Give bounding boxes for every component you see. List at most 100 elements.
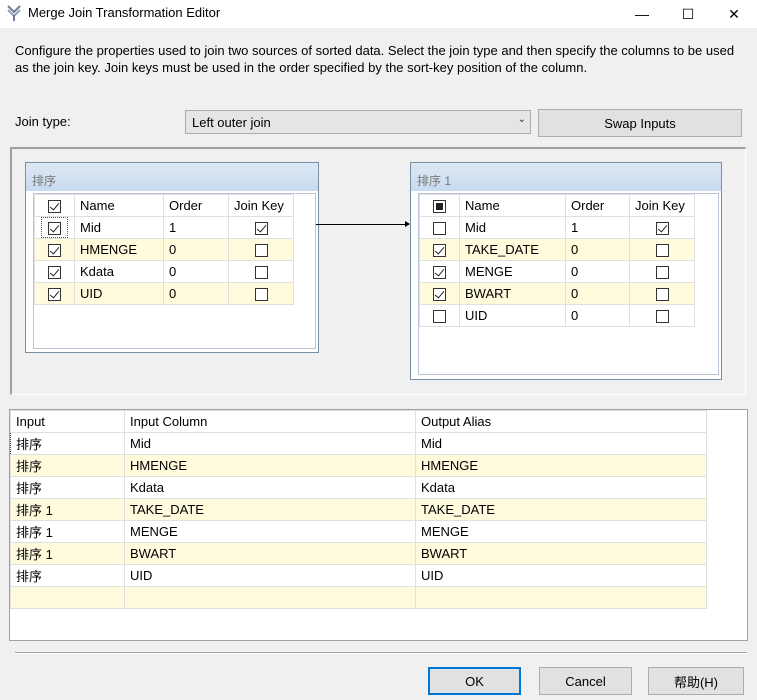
maximize-button[interactable]: ☐ (665, 0, 711, 28)
left-row-uid[interactable]: UID 0 (34, 282, 294, 306)
swap-inputs-button[interactable]: Swap Inputs (538, 109, 742, 137)
left-row-joinkey-checkbox[interactable] (254, 244, 268, 258)
left-row-joinkey-checkbox[interactable] (254, 266, 268, 280)
window-title: Merge Join Transformation Editor (28, 5, 221, 20)
output-alias-cell[interactable]: UID (415, 564, 707, 587)
right-row-joinkey-cell[interactable] (629, 216, 695, 239)
left-header-checkbox-cell[interactable] (34, 194, 75, 217)
output-alias-cell[interactable]: Kdata (415, 476, 707, 499)
left-row-order: 0 (163, 238, 229, 262)
right-row-bwart[interactable]: BWART 0 (419, 282, 695, 305)
table-row[interactable]: 排序 1 BWART BWART (10, 542, 707, 565)
left-row-joinkey-cell[interactable] (228, 260, 294, 284)
output-input-cell[interactable]: 排序 (10, 476, 125, 499)
cancel-button[interactable]: Cancel (539, 667, 632, 695)
right-row-checkbox-cell[interactable] (419, 216, 460, 239)
left-row-hmenge[interactable]: HMENGE 0 (34, 238, 294, 262)
right-header-checkbox[interactable] (433, 200, 446, 214)
right-row-joinkey-cell[interactable] (629, 260, 695, 283)
output-input-cell[interactable]: 排序 1 (10, 542, 125, 565)
right-row-mid[interactable]: Mid 1 (419, 216, 695, 239)
right-row-joinkey-cell[interactable] (629, 304, 695, 327)
output-columns-grid[interactable]: Input Input Column Output Alias 排序 Mid M… (9, 409, 748, 641)
left-row-checkbox-cell[interactable] (34, 238, 75, 262)
output-column-cell[interactable] (124, 586, 416, 609)
left-row-checkbox[interactable] (48, 266, 61, 280)
output-input-cell[interactable] (10, 586, 125, 609)
output-input-cell[interactable]: 排序 (10, 564, 125, 587)
right-row-joinkey-checkbox[interactable] (655, 288, 669, 302)
output-alias-cell[interactable]: Mid (415, 432, 707, 455)
left-row-joinkey-checkbox[interactable] (254, 222, 268, 236)
left-row-checkbox-cell[interactable] (34, 282, 75, 306)
output-column-cell[interactable]: MENGE (124, 520, 416, 543)
output-input-cell[interactable]: 排序 1 (10, 520, 125, 543)
left-row-kdata[interactable]: Kdata 0 (34, 260, 294, 284)
output-alias-cell[interactable] (415, 586, 707, 609)
right-row-checkbox-cell[interactable] (419, 304, 460, 327)
right-row-checkbox[interactable] (433, 310, 446, 324)
output-column-cell[interactable]: Mid (124, 432, 416, 455)
output-alias-cell[interactable]: BWART (415, 542, 707, 565)
right-source-box[interactable]: 排序 1 Name Order Join Key Mid 1 TAKE_DATE… (410, 162, 722, 380)
output-column-cell[interactable]: TAKE_DATE (124, 498, 416, 521)
right-row-checkbox[interactable] (433, 288, 446, 302)
join-connector-line[interactable] (316, 224, 409, 225)
left-row-checkbox[interactable] (48, 288, 61, 302)
minimize-button[interactable]: — (619, 0, 665, 28)
left-header-checkbox[interactable] (48, 200, 61, 214)
help-button[interactable]: 帮助(H) (648, 667, 744, 695)
output-column-cell[interactable]: BWART (124, 542, 416, 565)
right-row-checkbox[interactable] (433, 266, 446, 280)
right-row-joinkey-checkbox[interactable] (655, 222, 669, 236)
right-row-take-date[interactable]: TAKE_DATE 0 (419, 238, 695, 261)
right-row-checkbox[interactable] (433, 244, 446, 258)
output-input-cell[interactable]: 排序 (10, 432, 125, 455)
right-row-name: BWART (459, 282, 566, 305)
output-column-cell[interactable]: HMENGE (124, 454, 416, 477)
left-row-mid[interactable]: Mid 1 (34, 215, 294, 240)
left-row-joinkey-cell[interactable] (228, 238, 294, 262)
ok-button[interactable]: OK (428, 667, 521, 695)
right-row-menge[interactable]: MENGE 0 (419, 260, 695, 283)
right-row-checkbox-cell[interactable] (419, 260, 460, 283)
left-row-checkbox-cell[interactable] (34, 215, 75, 240)
left-row-name: Kdata (74, 260, 164, 284)
left-row-joinkey-cell[interactable] (228, 282, 294, 306)
table-row[interactable]: 排序 1 MENGE MENGE (10, 520, 707, 543)
close-icon: ✕ (728, 5, 740, 22)
output-input-cell[interactable]: 排序 (10, 454, 125, 477)
table-row[interactable]: 排序 1 TAKE_DATE TAKE_DATE (10, 498, 707, 521)
right-row-checkbox-cell[interactable] (419, 238, 460, 261)
output-alias-cell[interactable]: MENGE (415, 520, 707, 543)
left-row-joinkey-checkbox[interactable] (254, 288, 268, 302)
table-row[interactable]: 排序 HMENGE HMENGE (10, 454, 707, 477)
right-row-checkbox[interactable] (433, 222, 446, 236)
left-row-joinkey-cell[interactable] (228, 215, 294, 240)
new-row[interactable] (10, 586, 707, 609)
right-row-joinkey-cell[interactable] (629, 238, 695, 261)
merge-join-icon (7, 5, 21, 21)
table-row[interactable]: 排序 Kdata Kdata (10, 476, 707, 499)
table-row[interactable]: 排序 UID UID (10, 564, 707, 587)
right-row-checkbox-cell[interactable] (419, 282, 460, 305)
left-row-checkbox[interactable] (48, 222, 61, 236)
right-row-joinkey-checkbox[interactable] (655, 244, 669, 258)
output-alias-cell[interactable]: HMENGE (415, 454, 707, 477)
output-column-cell[interactable]: Kdata (124, 476, 416, 499)
close-button[interactable]: ✕ (711, 0, 757, 28)
right-row-joinkey-checkbox[interactable] (655, 310, 669, 324)
left-row-checkbox-cell[interactable] (34, 260, 75, 284)
output-alias-cell[interactable]: TAKE_DATE (415, 498, 707, 521)
right-row-joinkey-cell[interactable] (629, 282, 695, 305)
table-row[interactable]: 排序 Mid Mid (10, 432, 707, 455)
left-row-checkbox[interactable] (48, 244, 61, 258)
output-input-cell[interactable]: 排序 1 (10, 498, 125, 521)
right-row-uid[interactable]: UID 0 (419, 304, 695, 327)
join-type-select[interactable]: Left outer join ⌄ (185, 110, 531, 134)
output-column-cell[interactable]: UID (124, 564, 416, 587)
left-header-joinkey: Join Key (228, 194, 294, 217)
left-source-box[interactable]: 排序 Name Order Join Key Mid 1 HMENGE 0 Kd… (25, 162, 319, 353)
right-row-joinkey-checkbox[interactable] (655, 266, 669, 280)
right-header-checkbox-cell[interactable] (419, 194, 460, 217)
